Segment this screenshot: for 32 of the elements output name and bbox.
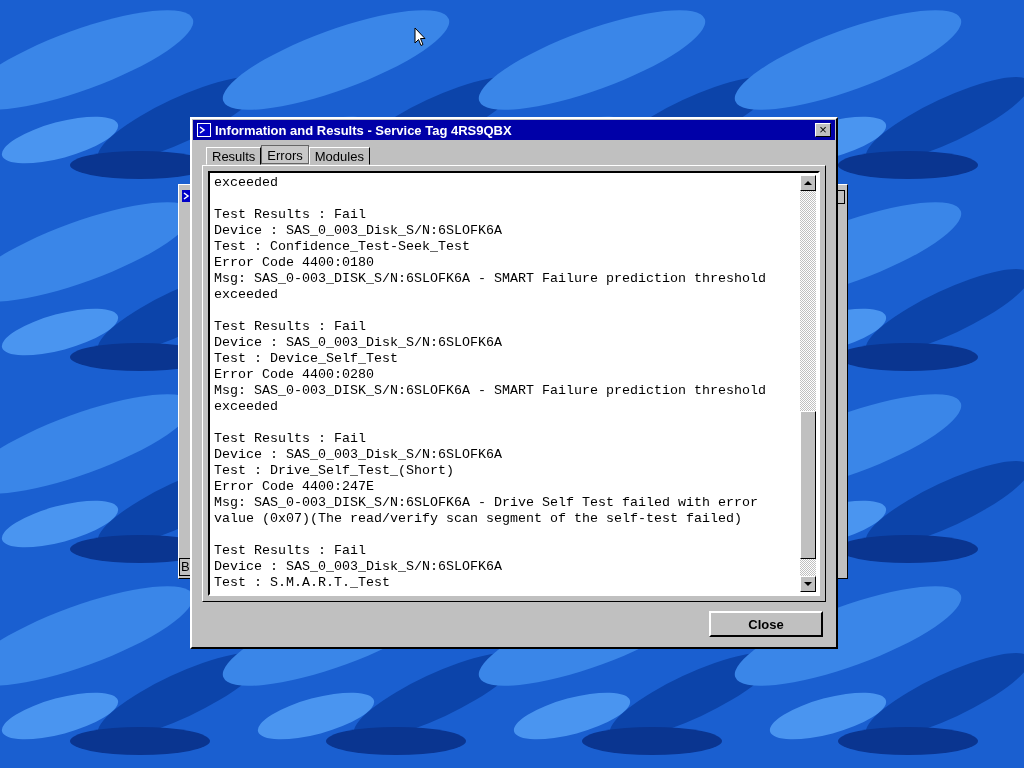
up-arrow-icon — [804, 181, 812, 185]
log-line: Test : Drive_Self_Test_(Short) — [214, 463, 455, 479]
log-line: Error Code 4400:0180 — [214, 255, 375, 271]
log-line: Test Results : Fail — [214, 431, 367, 447]
close-button[interactable]: Close — [709, 611, 823, 637]
log-line: Test : S.M.A.R.T._Test — [214, 575, 391, 591]
log-line: Msg: SAS_0-003_DISK_S/N:6SLOFK6A - Drive Self Test failed with error value (0x07)(The read/verify scan segment of the self-test failed) — [214, 495, 759, 527]
log-line: Device : SAS_0_003_Disk_S/N:6SLOFK6A — [214, 447, 503, 463]
scroll-down-button[interactable] — [800, 576, 816, 592]
tab[interactable]: Modules — [308, 147, 370, 165]
app-icon — [197, 123, 211, 137]
down-arrow-icon — [804, 582, 812, 586]
close-button[interactable]: × — [815, 123, 831, 137]
scroll-thumb[interactable] — [800, 411, 816, 559]
log-line: Device : SAS_0_003_Disk_S/N:6SLOFK6A — [214, 335, 503, 351]
log-line: Test : Confidence_Test-Seek_Test — [214, 239, 471, 255]
log-line: Msg: SAS_0-003_DISK_S/N:6SLOFK6A - SMART Failure prediction threshold exceeded — [214, 271, 767, 303]
log-line: Device : SAS_0_003_Disk_S/N:6SLOFK6A — [214, 223, 503, 239]
log-line: Error Code 4400:0280 — [214, 367, 375, 383]
tab[interactable]: Results — [206, 147, 262, 165]
window-title: Information and Results - Service Tag 4RS9QBX — [215, 122, 513, 138]
cursor-icon — [414, 27, 426, 47]
log-line: exceeded — [214, 175, 279, 191]
log-line: Test Results : Fail — [214, 319, 367, 335]
tab[interactable]: Errors — [261, 145, 309, 164]
scroll-up-button[interactable] — [800, 175, 816, 191]
log-line: Device : SAS_0_003_Disk_S/N:6SLOFK6A — [214, 559, 503, 575]
log-line: Test Results : Fail — [214, 543, 367, 559]
log-line: Test : Device_Self_Test — [214, 351, 399, 367]
log-line: Test Results : Fail — [214, 207, 367, 223]
log-line: Msg: SAS_0-003_DISK_S/N:6SLOFK6A - SMART Failure prediction threshold exceeded — [214, 383, 767, 415]
log-line: Error Code 4400:247E — [214, 479, 375, 495]
